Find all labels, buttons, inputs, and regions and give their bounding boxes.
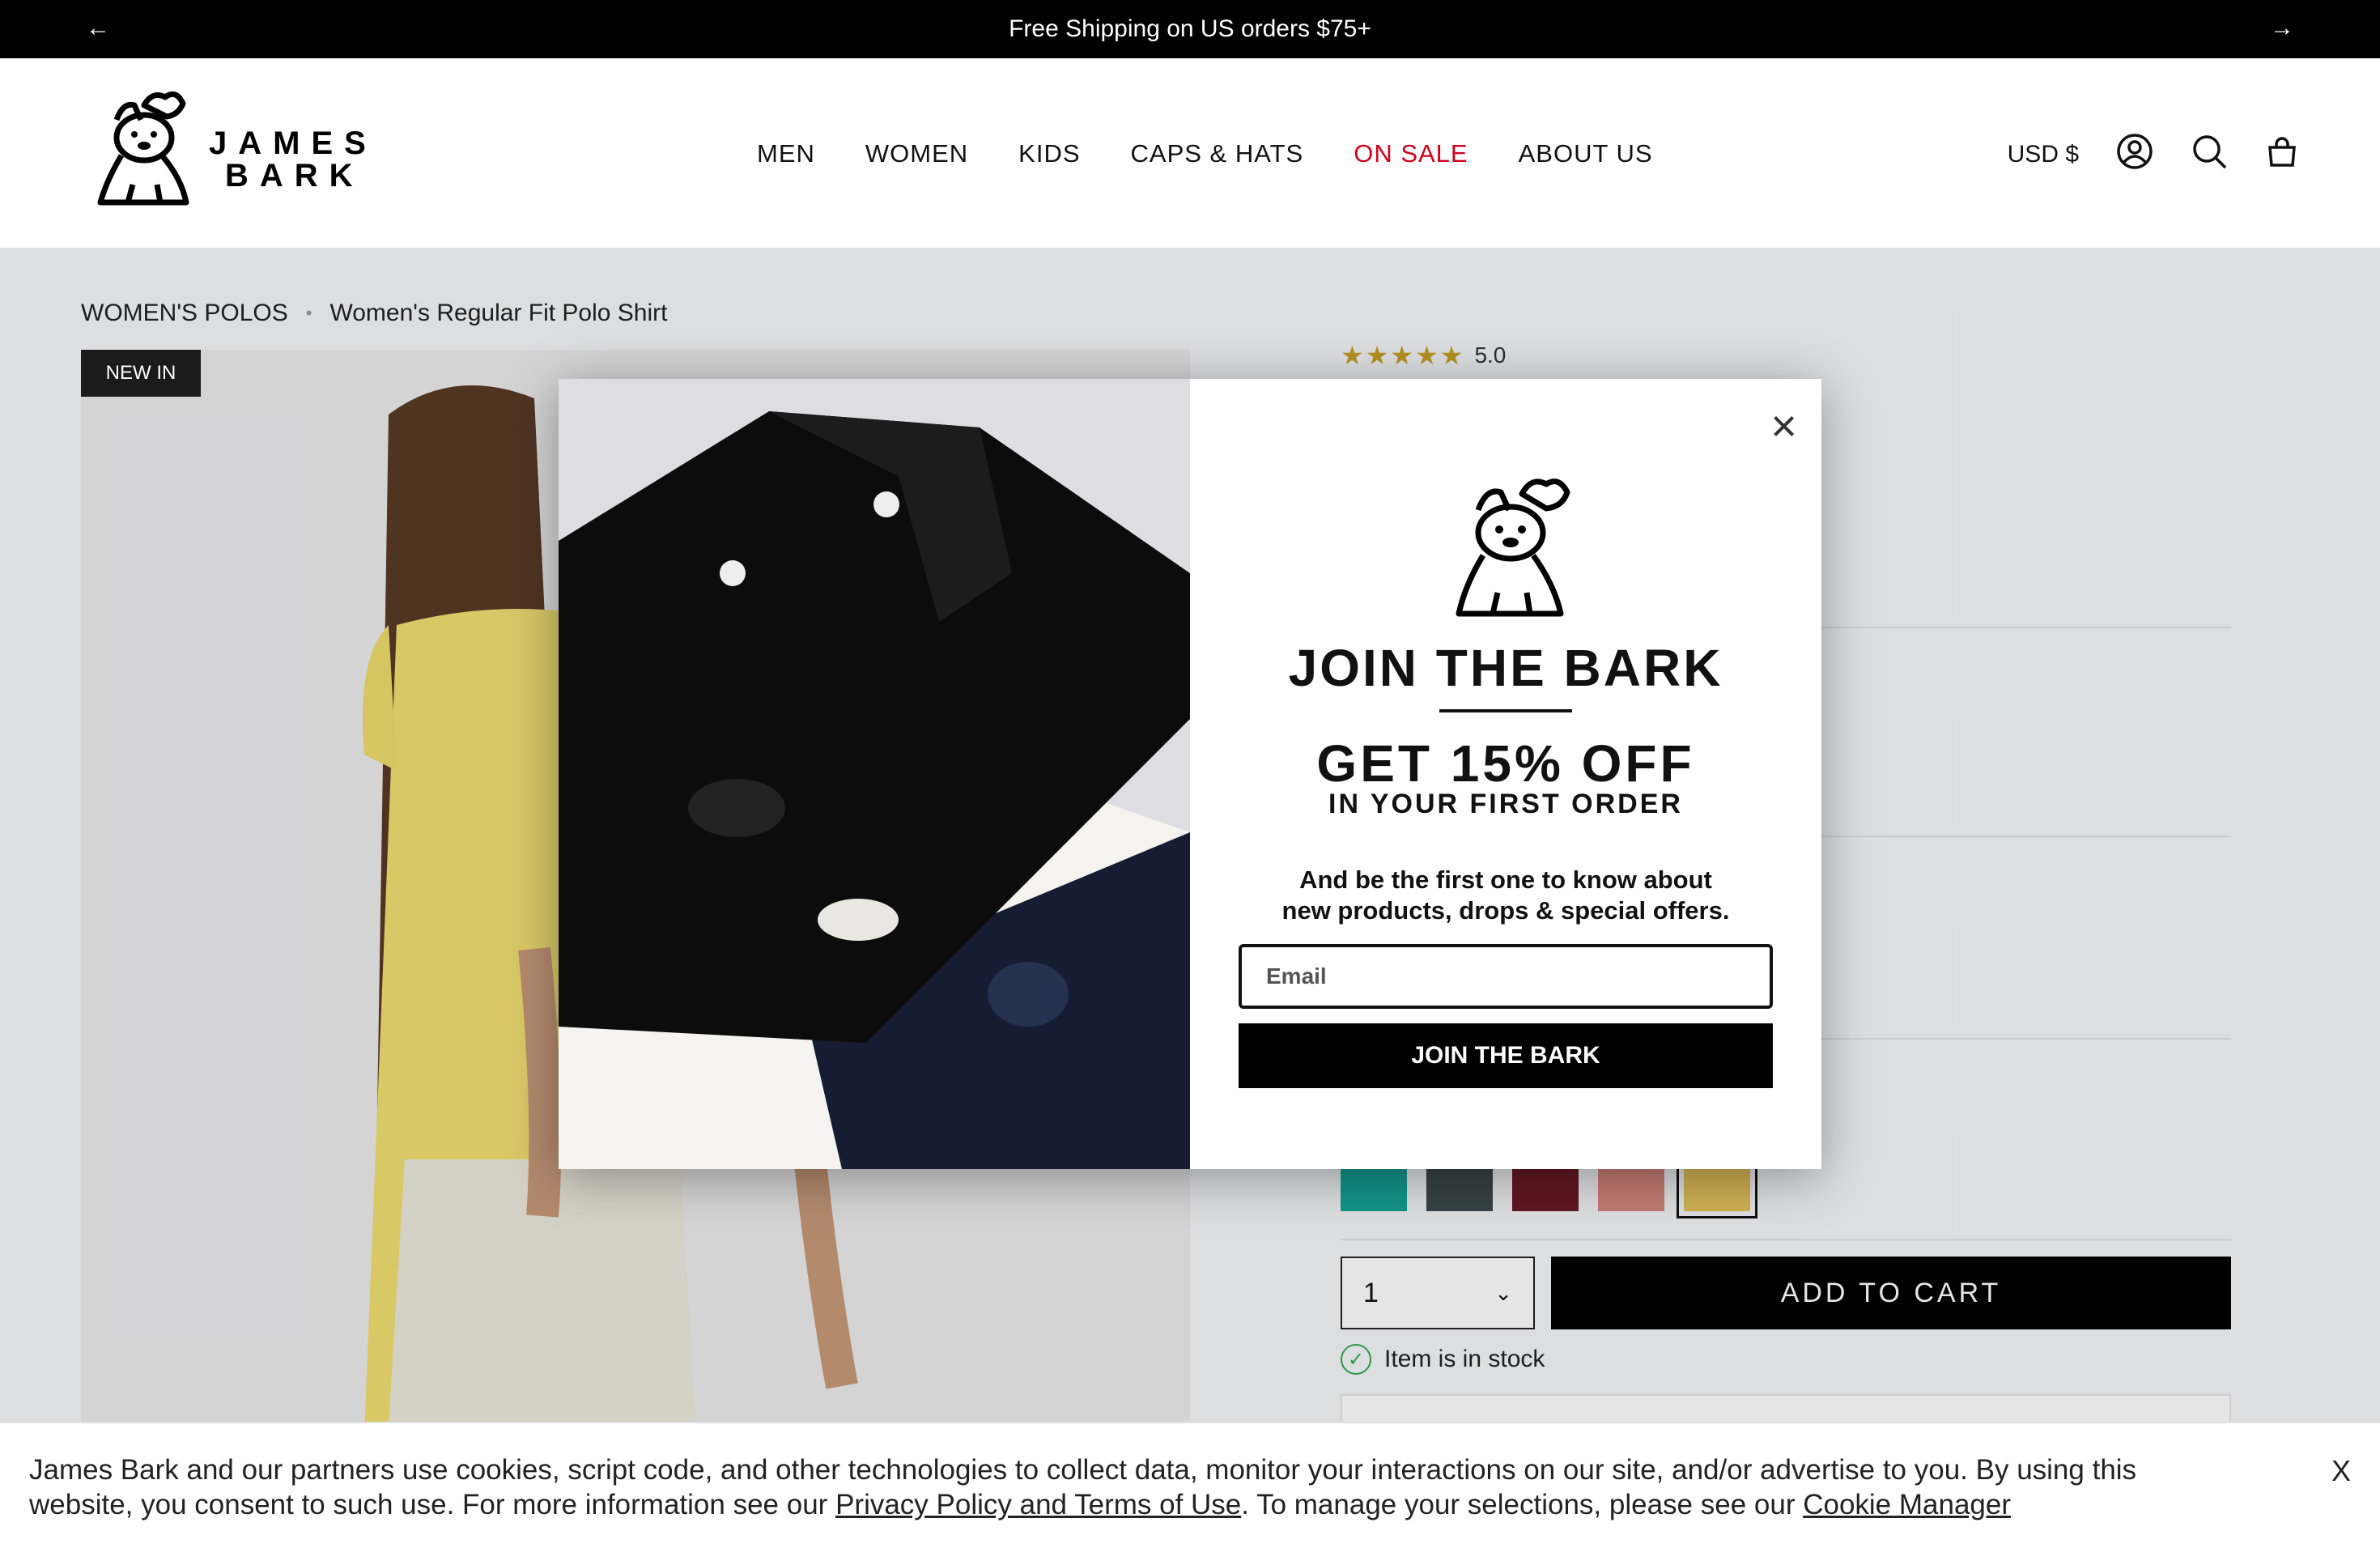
main-nav: MEN WOMEN KIDS CAPS & HATS ON SALE ABOUT… <box>757 139 1653 168</box>
site-header: JAMES BARK MEN WOMEN KIDS CAPS & HATS ON… <box>0 58 2380 248</box>
newsletter-popup: × JOIN THE BARK GET 15% OFF IN YOUR FIRS… <box>559 379 1821 1169</box>
popup-offer-sub: IN YOUR FIRST ORDER <box>1328 789 1683 819</box>
nav-about-us[interactable]: ABOUT US <box>1519 139 1653 168</box>
arrow-left-icon[interactable]: ← <box>86 15 110 42</box>
account-icon[interactable] <box>2116 133 2153 176</box>
cookie-banner: James Bark and our partners use cookies,… <box>0 1422 2380 1548</box>
nav-women[interactable]: WOMEN <box>865 139 968 168</box>
popup-offer: GET 15% OFF <box>1316 734 1695 793</box>
nav-kids[interactable]: KIDS <box>1018 139 1080 168</box>
brand-name-line1: JAMES <box>209 125 377 161</box>
nav-caps-hats[interactable]: CAPS & HATS <box>1131 139 1304 168</box>
close-icon[interactable]: × <box>1770 403 1797 449</box>
currency-selector[interactable]: USD $ <box>2008 141 2079 168</box>
brand-name-line2: BARK <box>225 158 364 194</box>
popup-body-line1: And be the first one to know about <box>1299 865 1712 894</box>
header-utilities: USD $ <box>2008 133 2299 176</box>
cookie-manager-link[interactable]: Cookie Manager <box>1803 1489 2011 1520</box>
announcement-bar: ← Free Shipping on US orders $75+ → <box>0 0 2380 58</box>
cookie-text: James Bark and our partners use cookies,… <box>29 1452 2215 1522</box>
cookie-text-part2: . To manage your selections, please see … <box>1241 1489 1804 1520</box>
join-button[interactable]: JOIN THE BARK <box>1239 1023 1773 1088</box>
nav-on-sale[interactable]: ON SALE <box>1354 139 1468 168</box>
popup-body-line2: new products, drops & special offers. <box>1281 896 1730 925</box>
folded-polos-photo <box>559 379 1190 1169</box>
popup-form-panel: × JOIN THE BARK GET 15% OFF IN YOUR FIRS… <box>1190 379 1821 1169</box>
privacy-policy-link[interactable]: Privacy Policy and Terms of Use <box>835 1489 1241 1520</box>
announcement-text: Free Shipping on US orders $75+ <box>1009 15 1371 42</box>
nav-men[interactable]: MEN <box>757 139 815 168</box>
bulldog-logo-icon: JAMES BARK <box>97 91 377 206</box>
cookie-close-button[interactable]: X <box>2331 1454 2351 1488</box>
email-field[interactable] <box>1239 944 1773 1009</box>
cart-icon[interactable] <box>2265 134 2299 175</box>
popup-title: JOIN THE BARK <box>1288 639 1723 697</box>
popup-divider <box>1439 709 1572 712</box>
brand-logo[interactable]: JAMES BARK <box>87 87 387 217</box>
arrow-right-icon[interactable]: → <box>2270 15 2294 42</box>
popup-body: And be the first one to know about new p… <box>1271 865 1740 926</box>
search-icon[interactable] <box>2191 133 2228 176</box>
new-in-badge: NEW IN <box>81 350 201 397</box>
popup-image <box>559 379 1190 1169</box>
bulldog-mascot-icon <box>1441 474 1579 620</box>
